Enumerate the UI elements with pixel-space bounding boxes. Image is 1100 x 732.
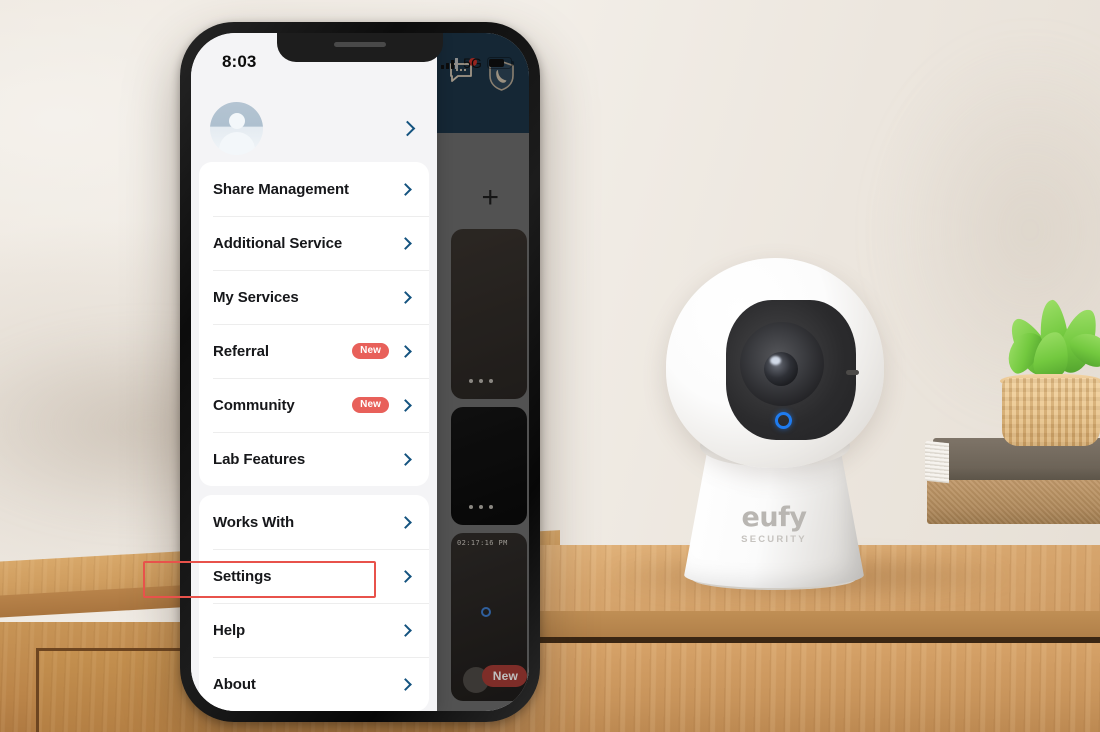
menu-item-share-management[interactable]: Share Management	[199, 162, 429, 216]
profile-row[interactable]	[191, 97, 437, 159]
chevron-right-icon	[399, 452, 412, 466]
chevron-right-icon	[399, 623, 412, 637]
camera-led-indicator	[775, 412, 792, 429]
new-badge: New	[352, 342, 389, 360]
menu-item-label: Referral	[213, 342, 269, 360]
eufy-security-camera: eufy SECURITY	[640, 240, 910, 600]
new-badge: New	[352, 396, 389, 414]
menu-item-settings[interactable]: Settings	[199, 549, 429, 603]
menu-item-additional-service[interactable]: Additional Service	[199, 216, 429, 270]
menu-item-community[interactable]: Community New	[199, 378, 429, 432]
person-avatar-icon	[210, 101, 263, 155]
menu-item-referral[interactable]: Referral New	[199, 324, 429, 378]
camera-microphone	[846, 370, 859, 375]
side-drawer-menu: Share Management Additional Service My S…	[191, 33, 437, 711]
menu-item-label: My Services	[213, 288, 299, 306]
chevron-right-icon	[399, 344, 412, 358]
chevron-right-icon	[399, 515, 412, 529]
menu-item-my-services[interactable]: My Services	[199, 270, 429, 324]
menu-group-primary: Share Management Additional Service My S…	[199, 162, 429, 486]
chevron-right-icon	[399, 290, 412, 304]
dim-overlay	[437, 33, 529, 711]
menu-item-label: Help	[213, 621, 246, 639]
chevron-right-icon	[399, 120, 416, 136]
chevron-right-icon	[399, 182, 412, 196]
menu-item-lab-features[interactable]: Lab Features	[199, 432, 429, 486]
phone-notch	[277, 33, 443, 62]
stacked-books	[925, 438, 1100, 548]
menu-item-label: Settings	[213, 567, 272, 585]
chevron-right-icon	[399, 677, 412, 691]
menu-group-secondary: Works With Settings Help About	[199, 495, 429, 711]
menu-item-works-with[interactable]: Works With	[199, 495, 429, 549]
menu-item-help[interactable]: Help	[199, 603, 429, 657]
menu-item-about[interactable]: About	[199, 657, 429, 711]
menu-item-label: Community	[213, 396, 295, 414]
menu-item-label: Share Management	[213, 180, 349, 198]
chevron-right-icon	[399, 569, 412, 583]
scene: eufy SECURITY + 02:17:16 PM New Share Ma…	[0, 0, 1100, 732]
menu-item-label: Works With	[213, 513, 295, 531]
camera-brand-sub: SECURITY	[741, 534, 807, 545]
phone-screen: + 02:17:16 PM New Share Management Addit…	[191, 33, 529, 711]
earpiece-speaker	[334, 42, 386, 47]
menu-item-label: Additional Service	[213, 234, 343, 252]
menu-item-label: About	[213, 675, 256, 693]
smartphone: + 02:17:16 PM New Share Management Addit…	[180, 22, 540, 722]
menu-item-label: Lab Features	[213, 450, 306, 468]
camera-brand-logo: eufy	[741, 502, 807, 533]
app-background-strip: + 02:17:16 PM New	[437, 33, 529, 711]
chevron-right-icon	[399, 236, 412, 250]
chevron-right-icon	[399, 398, 412, 412]
